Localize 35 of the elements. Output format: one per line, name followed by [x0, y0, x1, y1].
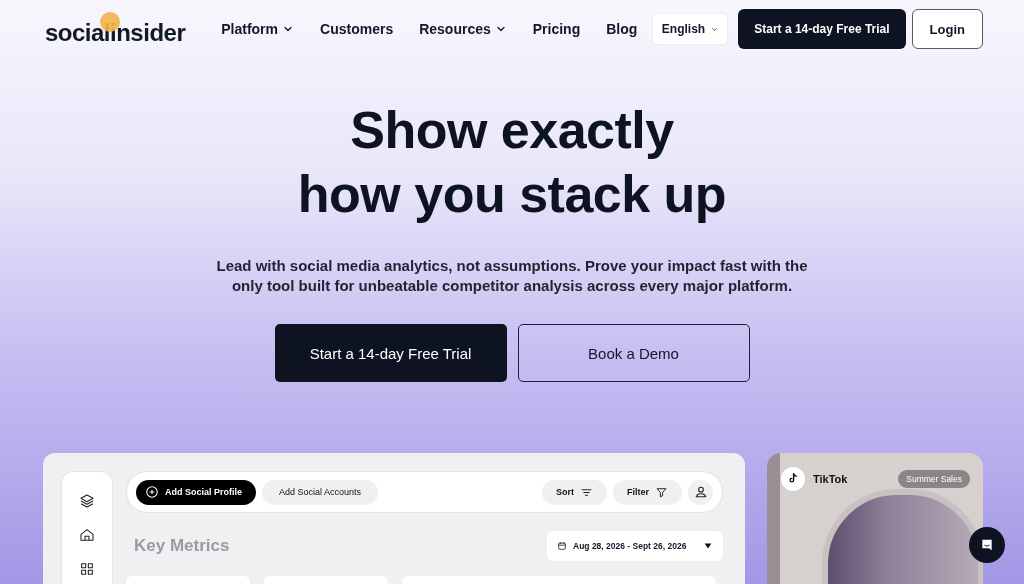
grid-icon: [79, 561, 95, 577]
date-range: Aug 28, 2026 - Sept 26, 2026: [573, 541, 687, 551]
date-range-picker[interactable]: Aug 28, 2026 - Sept 26, 2026: [547, 531, 723, 561]
hero-title: Show exactly: [349, 100, 675, 161]
layers-icon: [79, 493, 95, 509]
login-button[interactable]: Login: [911, 9, 983, 49]
sort-button[interactable]: Sort: [542, 479, 607, 505]
platform-name: TikTok: [813, 473, 848, 485]
post-tag: Summer Sales: [898, 470, 970, 488]
filter-icon: [655, 485, 668, 499]
free-trial-button[interactable]: Start a 14-day Free Trial: [738, 9, 906, 49]
user-icon: [693, 485, 708, 499]
nav-link[interactable]: Resources: [419, 21, 507, 37]
nav-link[interactable]: Blog: [606, 21, 638, 37]
logo[interactable]: socialinsider: [45, 12, 186, 46]
chat-button[interactable]: [969, 527, 1005, 563]
free-trial-button[interactable]: Start a 14-day Free Trial: [274, 324, 507, 382]
language-select[interactable]: English: [652, 14, 728, 44]
nav-link[interactable]: Customers: [320, 21, 394, 37]
hero-subtitle: Lead with social media analytics, not assumptions. Prove your impact fast with the only tool built for unbeatable competitor analysis across every major platform.: [215, 256, 809, 296]
nav-link[interactable]: Platform: [221, 21, 295, 37]
add-profile-button[interactable]: Add Social Profile: [136, 479, 256, 505]
dropdown-triangle-icon: [703, 541, 713, 551]
chevron-down-icon: [711, 25, 719, 33]
profile-button[interactable]: [688, 479, 713, 505]
home-icon: [79, 527, 95, 543]
section-title: Key Metrics: [134, 536, 230, 556]
calendar-icon: [557, 541, 567, 551]
plus-circle-icon: [145, 485, 159, 499]
add-accounts-button[interactable]: Add Social Accounts: [262, 479, 379, 505]
hero-title: how you stack up: [297, 164, 727, 225]
chat-icon: [979, 537, 995, 553]
filter-button[interactable]: Filter: [613, 479, 682, 505]
nav-link[interactable]: Pricing: [532, 21, 581, 37]
book-demo-button[interactable]: Book a Demo: [517, 324, 750, 382]
